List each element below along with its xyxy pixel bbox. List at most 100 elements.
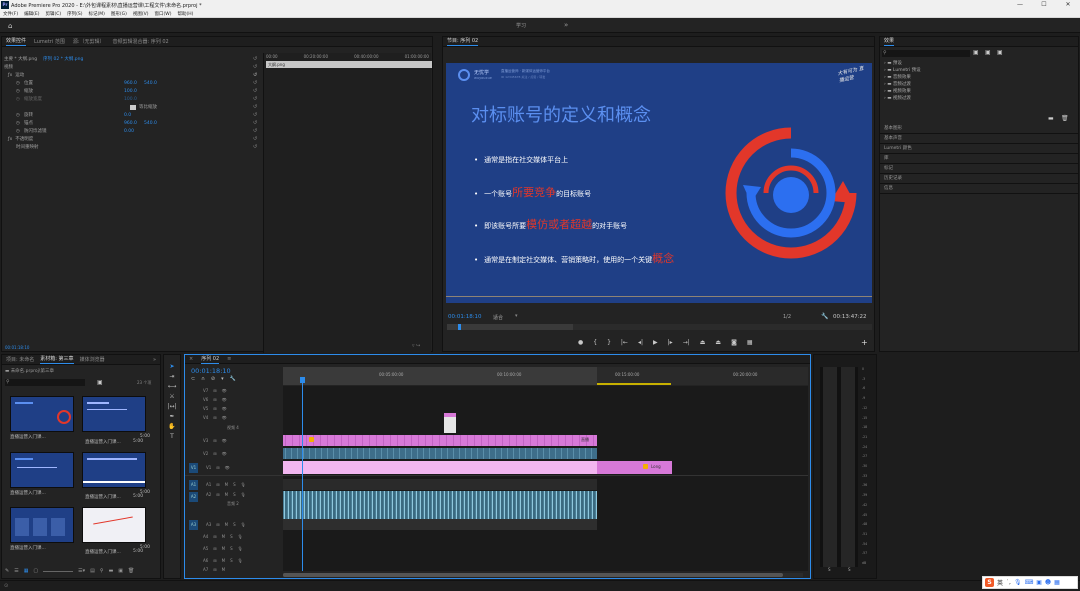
panel-menu-icon[interactable]: ≡ [227, 356, 231, 362]
go-to-in-button[interactable]: |← [621, 339, 628, 346]
opacity-row[interactable]: ƒx 不透明度 [4, 135, 259, 143]
stopwatch-icon[interactable]: ◷ [16, 81, 24, 86]
type-tool-icon[interactable]: T [170, 433, 174, 440]
reset-icon[interactable]: ↺ [253, 111, 261, 119]
effects-folder[interactable]: › ▬ 视频效果 [884, 88, 921, 95]
project-item[interactable] [82, 507, 146, 543]
tab-source[interactable]: 源:（无剪辑） [73, 38, 105, 45]
trash-icon[interactable]: 🗑 [128, 568, 134, 574]
v4-graphic-clip[interactable] [444, 413, 456, 433]
selection-tool-icon[interactable]: ➤ [169, 363, 174, 370]
go-to-out-button[interactable]: →| [683, 339, 690, 346]
sogou-logo[interactable]: S [985, 578, 994, 587]
mark-in-button[interactable]: { [593, 339, 597, 346]
motion-row[interactable]: ƒx 运动 ↺ [4, 71, 259, 79]
new-bin-icon[interactable]: ▬ [109, 568, 114, 574]
quality-dropdown[interactable]: 1/2 [783, 314, 791, 320]
eye-icon[interactable]: 👁 [222, 451, 227, 456]
tab-audio-clip-mixer[interactable]: 音频剪辑混合器: 序列 02 [113, 38, 169, 45]
eye-icon[interactable]: 👁 [222, 415, 227, 420]
snap-icon[interactable]: ∩ [201, 376, 205, 382]
tab-effects[interactable]: 效果 [884, 37, 894, 46]
tab-bin[interactable]: 素材箱: 第三章 [40, 355, 73, 364]
comparison-view-button[interactable]: ▦ [747, 339, 753, 346]
source-patch-a1[interactable]: A1 [189, 479, 198, 490]
filter-icon[interactable]: ▿ ↪ [412, 343, 420, 349]
menu-clip[interactable]: 剪辑(C) [45, 11, 61, 17]
project-item[interactable] [82, 396, 146, 432]
home-icon[interactable]: ⌂ [8, 22, 12, 30]
add-marker-button[interactable]: ● [578, 339, 583, 346]
voiceover-icon[interactable]: 🎙 [238, 534, 243, 539]
reset-icon[interactable]: ↺ [253, 103, 261, 111]
reset-icon[interactable]: ↺ [253, 79, 261, 87]
source-patch-v1[interactable]: V1 [189, 462, 198, 473]
razor-tool-icon[interactable]: ⚔ [169, 393, 174, 400]
slip-tool-icon[interactable]: |↔| [167, 403, 176, 410]
panel-essential-sound[interactable]: 基本声音 [880, 134, 1078, 144]
project-item[interactable]: 直播运营入门课... 5:00 [10, 396, 150, 440]
nest-icon[interactable]: ⊂ [191, 376, 195, 382]
effects-folder[interactable]: › ▬ 视频过渡 [884, 95, 921, 102]
solo-left-button[interactable]: S [828, 567, 831, 572]
sync-lock-icon[interactable]: ⊞ [213, 388, 216, 393]
param-value[interactable]: 960.0 [124, 121, 144, 126]
minimize-button[interactable]: — [1008, 0, 1032, 10]
mark-out-button[interactable]: } [607, 339, 611, 346]
sync-lock-icon[interactable]: ⊞ [213, 415, 216, 420]
program-video-frame[interactable]: 无忧学 wuyouxue 直播运营师 · 新媒体运营师平台 ID 1234567… [446, 63, 872, 303]
ripple-edit-tool-icon[interactable]: ⟷ [168, 383, 177, 390]
lift-button[interactable]: ⏏ [700, 339, 706, 346]
timeline-ruler[interactable]: 00:05:00:00 00:10:00:00 00:15:00:00 00:2… [283, 367, 808, 385]
project-item[interactable]: 直播运营入门课... 5:00 [10, 507, 150, 551]
clip-bar[interactable]: 大纲.png [266, 61, 432, 68]
reset-icon[interactable]: ↺ [253, 55, 261, 63]
voiceover-icon[interactable]: 🎙 [238, 546, 243, 551]
tab-project[interactable]: 项目: 未命名 [6, 356, 34, 363]
microphone-icon[interactable]: 🎙 [1014, 579, 1022, 586]
sync-lock-icon[interactable]: ⊞ [213, 406, 216, 411]
effects-folder[interactable]: › ▬ 预设 [884, 60, 921, 67]
param-value[interactable]: 960.0 [124, 81, 144, 86]
param-value-2[interactable]: 540.0 [144, 81, 157, 86]
new-item-icon[interactable]: ▣ [118, 568, 123, 574]
stopwatch-icon[interactable]: ◷ [16, 129, 24, 134]
grid-icon[interactable]: ▦ [1054, 579, 1060, 586]
more-panels-icon[interactable]: » [153, 357, 156, 363]
chevron-down-icon[interactable]: ▾ [515, 313, 518, 319]
wrench-icon[interactable]: 🔧 [230, 376, 236, 382]
reset-icon[interactable]: ↺ [253, 119, 261, 127]
sync-lock-icon[interactable]: ⊞ [213, 451, 216, 456]
menu-markers[interactable]: 标记(M) [89, 11, 105, 17]
mute-button[interactable]: M [225, 492, 228, 497]
eye-icon[interactable]: 👁 [222, 438, 227, 443]
menu-view[interactable]: 视图(V) [133, 11, 149, 17]
sync-lock-icon[interactable]: ⊞ [213, 397, 216, 402]
param-value[interactable]: 0.0 [124, 113, 131, 118]
new-bin-from-search-icon[interactable]: ▣ [97, 379, 103, 386]
tab-lumetri-scopes[interactable]: Lumetri 范围 [34, 38, 65, 45]
step-forward-button[interactable]: |▸ [668, 339, 673, 346]
param-value-2[interactable]: 540.0 [144, 121, 157, 126]
sync-lock-icon[interactable]: ⊞ [216, 522, 219, 527]
sync-lock-icon[interactable]: ⊞ [216, 465, 219, 470]
solo-button[interactable]: S [233, 482, 236, 487]
v1-clip-long[interactable]: Long [597, 461, 672, 474]
sync-lock-icon[interactable]: ⊞ [213, 558, 216, 563]
close-button[interactable]: ✕ [1056, 0, 1080, 10]
zoom-slider[interactable] [43, 570, 74, 572]
solo-right-button[interactable]: S [848, 567, 851, 572]
playhead-line[interactable] [302, 383, 303, 571]
reset-icon[interactable]: ↺ [253, 87, 261, 95]
linked-selection-icon[interactable]: ⊘ [211, 376, 215, 382]
accelerated-effects-icon[interactable]: ▣ [973, 49, 979, 56]
step-back-button[interactable]: ◂| [638, 339, 643, 346]
stopwatch-icon[interactable]: ◷ [16, 89, 24, 94]
uniform-scale-checkbox[interactable] [130, 104, 136, 110]
stopwatch-icon[interactable]: ◷ [16, 121, 24, 126]
project-item[interactable] [82, 452, 146, 488]
sync-lock-icon[interactable]: ⊞ [216, 492, 219, 497]
menu-graphics[interactable]: 图形(G) [111, 11, 127, 17]
voiceover-icon[interactable]: 🎙 [241, 522, 246, 527]
a2-audio-clip[interactable] [283, 491, 597, 519]
